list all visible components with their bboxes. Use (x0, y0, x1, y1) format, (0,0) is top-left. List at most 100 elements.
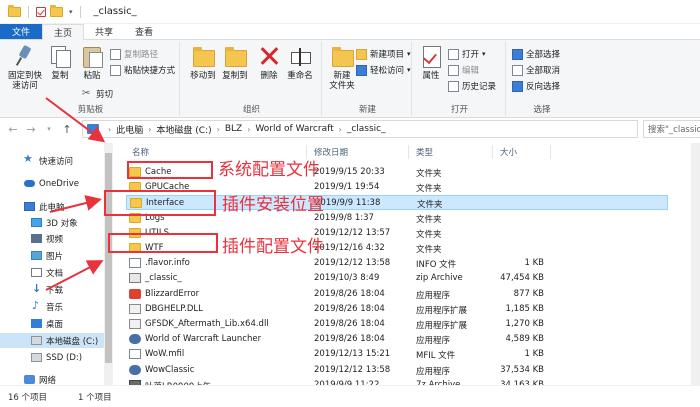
selected-count: 1 个项目 (78, 393, 112, 403)
file-list-scrollbar[interactable] (691, 143, 700, 385)
file-type: INFO 文件 (416, 260, 457, 271)
drive-icon (31, 353, 42, 362)
delete-x-icon (257, 44, 281, 68)
column-divider[interactable] (492, 145, 493, 159)
file-date: 2019/8/26 18:04 (314, 334, 385, 345)
file-row[interactable]: .flavor.info 2019/12/12 13:58 INFO 文件 1 KB (126, 256, 668, 271)
file-row[interactable]: DBGHELP.DLL 2019/8/26 18:04 应用程序扩展 1,185 KB (126, 302, 668, 317)
file-name: WoW.mfil (145, 349, 185, 360)
invert-selection-button[interactable]: 反向选择 (512, 80, 560, 92)
edit-button[interactable]: 编辑 (448, 64, 479, 76)
column-type[interactable]: 类型 (416, 146, 433, 158)
paste-button[interactable]: 粘贴 (78, 42, 106, 81)
copy-path-button[interactable]: 复制路径 (110, 48, 158, 60)
breadcrumb-this-pc[interactable]: 此电脑 (116, 123, 143, 136)
new-folder-button[interactable]: 新建 文件夹 (326, 42, 358, 91)
file-type: 应用程序扩展 (416, 321, 468, 331)
copy-button[interactable]: 复制 (46, 42, 74, 81)
invert-selection-icon (512, 80, 523, 92)
chevron-right-icon: › (148, 124, 152, 134)
delete-button[interactable]: 删除 (256, 42, 282, 81)
tab-share[interactable]: 共享 (84, 24, 124, 39)
pin-to-quick-access-button[interactable]: 固定到快 速访问 (6, 42, 44, 91)
nav-item-label: 视频 (46, 234, 64, 245)
breadcrumb-wow[interactable]: World of Warcraft (255, 124, 333, 134)
clipboard-group: 固定到快 速访问 复制 粘贴 复制路径 粘贴快捷方式 ✂ 剪切 剪贴板 (2, 42, 180, 116)
nav-pane-scrollbar[interactable] (104, 143, 113, 385)
nav-item-documents[interactable]: 文档 (0, 265, 104, 280)
tab-file[interactable]: 文件 (0, 24, 43, 39)
move-to-button[interactable]: 移动到 (188, 42, 218, 81)
download-icon (31, 282, 42, 295)
up-arrow-icon[interactable]: ↑ (62, 123, 72, 136)
new-item-button[interactable]: 新建项目 ▾ (356, 48, 411, 60)
back-arrow-icon[interactable]: ← (8, 123, 18, 136)
file-type: 应用程序 (416, 290, 451, 301)
pc-icon (24, 202, 35, 211)
forward-arrow-icon[interactable]: → (26, 123, 36, 136)
search-input[interactable]: 搜索"_classic_" (643, 120, 700, 138)
select-none-button[interactable]: 全部取消 (512, 64, 560, 76)
divider (28, 5, 29, 18)
file-type: 文件夹 (416, 214, 442, 225)
open-icon (448, 48, 459, 60)
column-header: 名称 修改日期 类型 大小 (118, 143, 690, 161)
file-name: GFSDK_Aftermath_Lib.x64.dll (145, 319, 269, 329)
file-type: 文件夹 (417, 200, 443, 211)
breadcrumb-local-disk[interactable]: 本地磁盘 (C:) (156, 123, 211, 136)
paste-shortcut-button[interactable]: 粘贴快捷方式 (110, 64, 175, 76)
file-size: 47,454 KB (500, 273, 544, 284)
nav-item-local-disk-c[interactable]: 本地磁盘 (C:) (0, 333, 104, 348)
file-size: 877 KB (513, 288, 544, 299)
file-size: 1 KB (524, 349, 544, 360)
chevron-right-icon: › (247, 124, 251, 134)
select-all-button[interactable]: 全部选择 (512, 48, 560, 60)
nav-item-this-pc[interactable]: 此电脑 (0, 199, 104, 214)
nav-item-music[interactable]: 音乐 (0, 299, 104, 314)
copy-path-icon (110, 48, 121, 60)
cut-button[interactable]: ✂ 剪切 (82, 88, 113, 100)
column-size[interactable]: 大小 (500, 146, 517, 158)
file-date: 2019/10/3 8:49 (314, 273, 380, 284)
breadcrumb-blz[interactable]: BLZ (225, 124, 242, 134)
properties-check-icon[interactable] (36, 6, 46, 17)
file-row[interactable]: GFSDK_Aftermath_Lib.x64.dll 2019/8/26 18:… (126, 317, 668, 332)
divider (79, 5, 81, 18)
new-folder-icon[interactable] (50, 4, 63, 17)
file-row[interactable]: World of Warcraft Launcher 2019/8/26 18:0… (126, 332, 668, 347)
tab-home[interactable]: 主页 (42, 24, 85, 40)
open-button[interactable]: 打开 ▾ (448, 48, 486, 60)
nav-item-ssd-d[interactable]: SSD (D:) (0, 350, 104, 365)
properties-button[interactable]: 属性 (418, 42, 444, 81)
file-row[interactable]: WowClassic 2019/12/12 13:58 应用程序 37,534 KB (126, 363, 668, 378)
easy-access-button[interactable]: 轻松访问 ▾ (356, 64, 411, 76)
nav-item-3d-objects[interactable]: 3D 对象 (0, 215, 104, 230)
column-divider[interactable] (408, 145, 409, 159)
file-row[interactable]: _classic_ 2019/10/3 8:49 zip Archive 47,454… (126, 271, 668, 286)
column-name[interactable]: 名称 (132, 146, 149, 158)
file-row[interactable]: BlizzardError 2019/8/26 18:04 应用程序 877 KB (126, 287, 668, 302)
recent-chevron-icon[interactable]: ▾ (44, 125, 54, 133)
scrollbar-thumb[interactable] (105, 153, 112, 363)
file-date: 2019/8/26 18:04 (314, 288, 385, 299)
nav-item-desktop[interactable]: 桌面 (0, 316, 104, 331)
breadcrumb-classic[interactable]: _classic_ (347, 124, 386, 134)
copy-to-button[interactable]: 复制到 (220, 42, 250, 81)
easy-access-label: 轻松访问 (370, 66, 405, 76)
history-button[interactable]: 历史记录 (448, 80, 496, 92)
open-group-label: 打开 (450, 105, 468, 115)
tab-view[interactable]: 查看 (124, 24, 164, 39)
rename-button[interactable]: 重命名 (284, 42, 316, 81)
nav-item-videos[interactable]: 视频 (0, 231, 104, 246)
nav-item-downloads[interactable]: 下载 (0, 282, 104, 297)
chevron-down-icon[interactable]: ▾ (69, 8, 73, 16)
invert-selection-label: 反向选择 (526, 82, 561, 92)
ribbon-tabs: 文件 主页 共享 查看 (0, 24, 700, 40)
file-row[interactable]: WoW.mfil 2019/12/13 15:21 MFIL 文件 1 KB (126, 347, 668, 362)
nav-item-pictures[interactable]: 图片 (0, 248, 104, 263)
nav-item-onedrive[interactable]: OneDrive (0, 176, 104, 191)
nav-item-quick-access[interactable]: 快速访问 (0, 152, 104, 168)
file-size: 1 KB (524, 258, 544, 269)
column-divider[interactable] (550, 145, 551, 159)
breadcrumb[interactable]: › 此电脑 › 本地磁盘 (C:) › BLZ › World of Warcr… (82, 120, 638, 138)
